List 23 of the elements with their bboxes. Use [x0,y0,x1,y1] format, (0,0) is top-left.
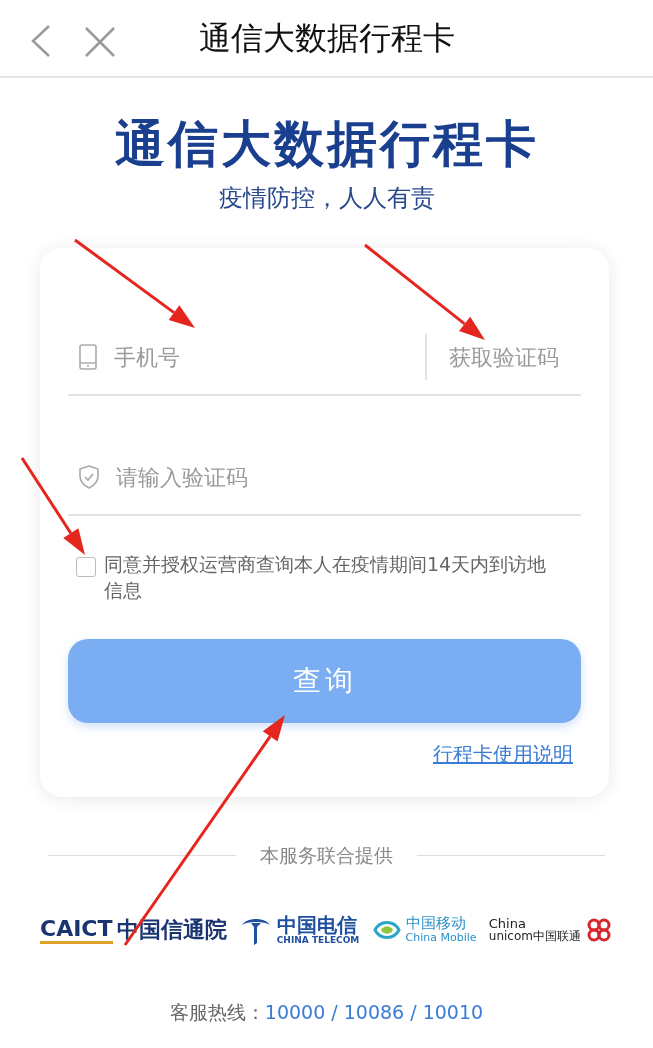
logo-text: 中国电信 [276,914,357,936]
provider-heading: 本服务联合提供 [260,843,393,869]
logo-text: China Mobile [405,931,477,944]
close-icon[interactable] [84,26,116,58]
consent-checkbox[interactable] [76,557,96,577]
hotline-numbers: 10000 / 10086 / 10010 [264,1000,484,1023]
hotline-label: 客服热线： [169,1000,265,1023]
page-title: 通信大数据行程卡 [114,114,539,174]
help-link[interactable]: 行程卡使用说明 [433,742,573,767]
slogan: 疫情防控，人人有责 [218,183,435,214]
phone-icon [78,344,98,370]
consent-text: 同意并授权运营商查询本人在疫情期间14天内到访地信息 [104,552,548,603]
logo-text: China [488,916,526,931]
back-icon[interactable] [30,24,52,58]
code-field[interactable]: 请输入验证码 [116,460,581,494]
query-button[interactable]: 查询 [68,639,581,724]
window-title: 通信大数据行程卡 [198,18,455,59]
logo-text: unicom中国联通 [488,930,581,943]
logo-text: CHINA TELECOM [276,935,360,945]
phone-field[interactable]: 手机号 [114,340,425,374]
shield-check-icon [78,465,100,489]
logo-text: CAICT [40,915,113,944]
logo-text: 中国移动 [405,916,467,932]
